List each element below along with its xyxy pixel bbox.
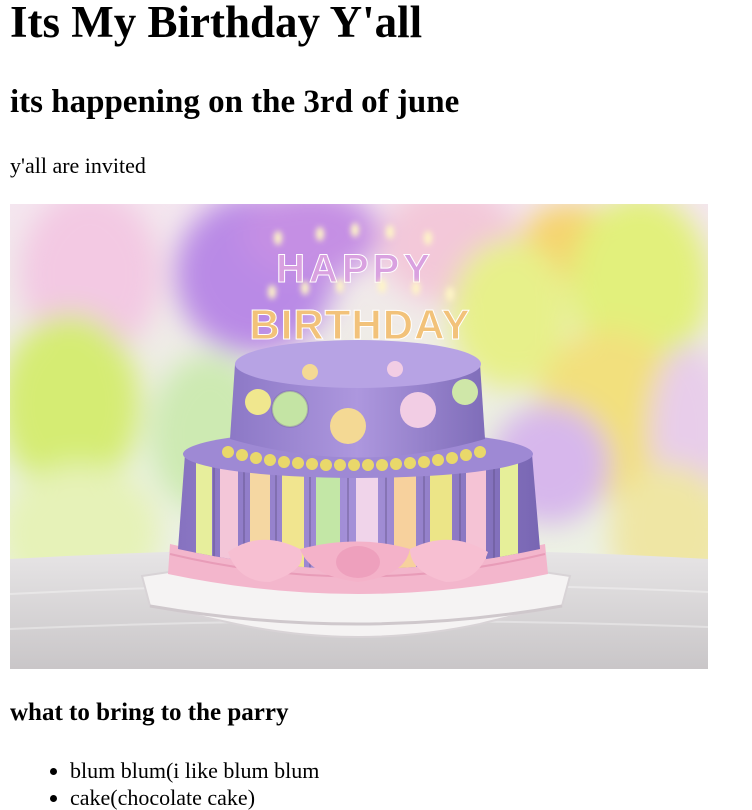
invite-text: y'all are invited <box>10 153 146 178</box>
bring-list: blum blum(i like blum blum cake(chocolat… <box>0 757 319 810</box>
bullet-icon <box>50 795 57 802</box>
list-item: blum blum(i like blum blum <box>50 757 320 784</box>
list-item-text: cake(chocolate cake) <box>70 785 256 810</box>
list-item: cake(chocolate cake) <box>50 784 319 810</box>
page-title: Its My Birthday Y'all <box>10 0 423 47</box>
page: Its My Birthday Y'all its happening on t… <box>0 0 752 810</box>
candle-topper-line1: HAPPY <box>276 247 434 291</box>
bring-list-heading: what to bring to the parry <box>10 699 289 726</box>
list-item-text: blum blum(i like blum blum <box>70 758 320 783</box>
bullet-icon <box>50 768 57 775</box>
candle-topper-line2: BIRTHDAY <box>249 301 470 348</box>
birthday-cake-photo: HAPPY BIRTHDAY <box>10 204 708 669</box>
event-date-heading: its happening on the 3rd of june <box>10 84 460 120</box>
